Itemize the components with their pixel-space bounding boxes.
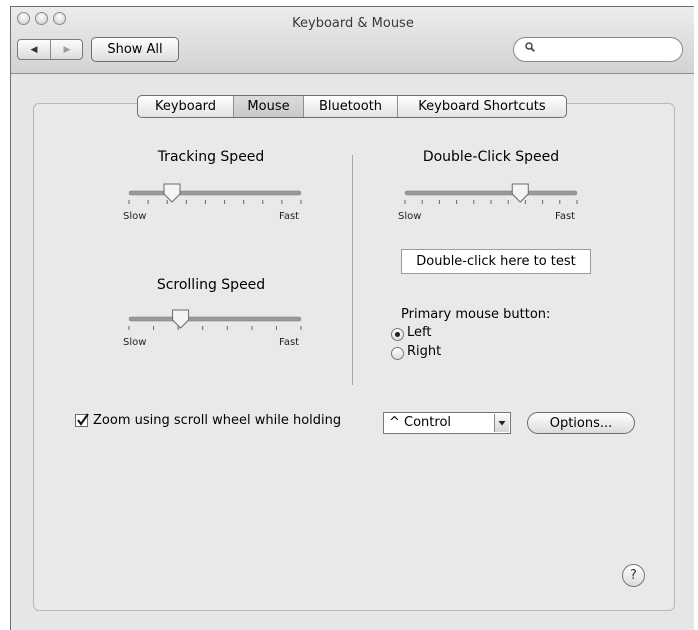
slider-thumb[interactable] [511,183,529,203]
zoom-label: Zoom using scroll wheel while holding [93,413,342,428]
show-all-button[interactable]: Show All [91,37,179,62]
scrolling-fast-label: Fast [279,337,300,348]
double-click-fast-label: Fast [555,211,576,222]
slider-track[interactable] [128,190,302,196]
tracking-speed-slider[interactable] [125,179,305,211]
left-triangle-icon: ◀ [30,44,38,55]
right-triangle-icon: ▶ [63,44,71,55]
radio-left-label: Left [407,325,432,340]
tab-mouse[interactable]: Mouse [234,96,304,117]
zoom-checkbox[interactable] [75,413,89,427]
tracking-fast-label: Fast [279,211,300,222]
radio-left[interactable] [391,328,404,341]
back-forward-control: ◀ ▶ [17,39,83,60]
window-title: Keyboard & Mouse [292,16,414,31]
column-divider [352,155,353,385]
slider-thumb[interactable] [163,183,181,203]
search-field[interactable] [513,37,683,62]
tracking-speed-label: Tracking Speed [157,149,265,165]
scrolling-speed-label: Scrolling Speed [156,277,266,293]
modifier-key-value: ^ Control [389,415,452,430]
popup-arrow-icon [494,414,509,432]
scrolling-speed-slider[interactable] [125,305,305,337]
radio-right[interactable] [391,347,404,360]
help-button[interactable]: ? [622,564,645,587]
primary-mouse-button-label: Primary mouse button: [401,307,551,322]
tab-bluetooth[interactable]: Bluetooth [304,96,398,117]
scrolling-slow-label: Slow [123,337,147,348]
double-click-speed-label: Double-Click Speed [422,149,560,165]
double-click-slow-label: Slow [398,211,422,222]
preferences-window: Keyboard & Mouse ◀ ▶ Show All Keyboard M… [10,6,694,630]
slider-track[interactable] [128,316,302,322]
radio-right-label: Right [407,344,442,359]
tab-keyboard[interactable]: Keyboard [138,96,234,117]
double-click-test-area[interactable]: Double-click here to test [401,249,591,274]
forward-button[interactable]: ▶ [51,40,83,59]
modifier-key-popup[interactable]: ^ Control [383,412,511,434]
back-button[interactable]: ◀ [18,40,51,59]
slider-track[interactable] [404,190,578,196]
double-click-speed-slider[interactable] [401,179,581,211]
options-button[interactable]: Options... [527,412,635,434]
tab-keyboard-shortcuts[interactable]: Keyboard Shortcuts [398,96,566,117]
magnifier-icon [525,42,535,52]
tab-bar: Keyboard Mouse Bluetooth Keyboard Shortc… [137,95,567,118]
checkmark-icon [77,413,89,426]
slider-thumb[interactable] [172,309,190,329]
tracking-slow-label: Slow [123,211,147,222]
title-bar: Keyboard & Mouse ◀ ▶ Show All [11,7,694,74]
